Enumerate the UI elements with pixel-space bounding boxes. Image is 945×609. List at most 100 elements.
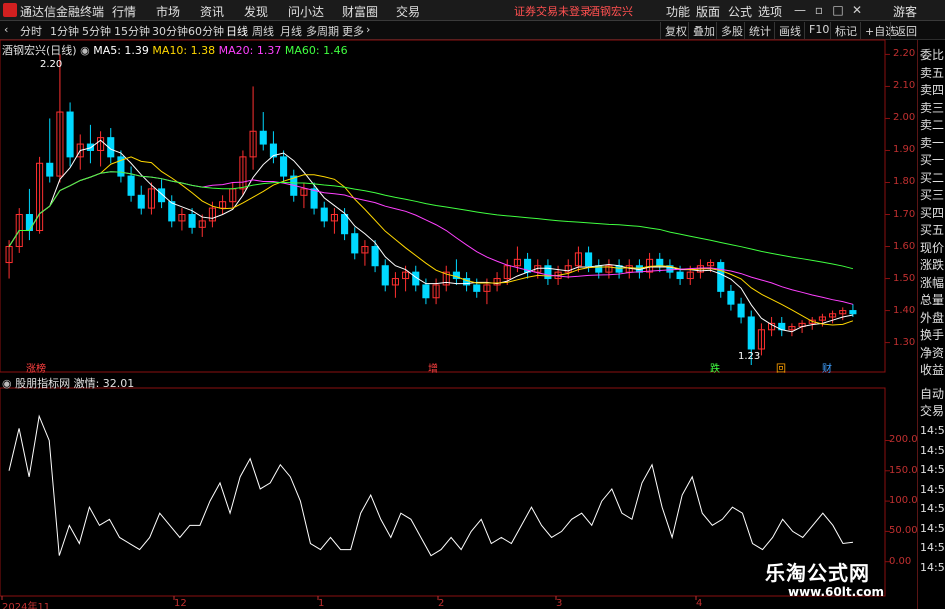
candle-body — [25, 214, 33, 232]
sub-tick-label: 200.0 — [889, 434, 918, 446]
app-name: 通达信金融终端 — [20, 5, 105, 19]
candle-body — [188, 214, 196, 228]
quote-field-label: 买一 — [920, 153, 945, 167]
candle-body — [391, 278, 399, 286]
candle-body — [66, 111, 74, 158]
candle-body — [168, 201, 176, 222]
watermark-title: 乐淘公式网 — [765, 561, 870, 585]
menu-discover[interactable]: 发现 — [244, 3, 268, 20]
candle-body — [615, 265, 623, 273]
period-weekly[interactable]: 周线 — [252, 23, 274, 39]
date-label: 2 — [438, 598, 445, 609]
marker-limitup[interactable]: 涨榜 — [24, 360, 48, 375]
period-arrow-icon[interactable]: ‹ — [4, 23, 8, 36]
candle-body — [666, 265, 674, 273]
candle-body — [503, 265, 511, 280]
overlay-button[interactable]: 叠加 — [688, 22, 719, 39]
candle-body — [412, 271, 420, 286]
candle-body — [483, 284, 491, 292]
candle-body — [280, 156, 288, 177]
sub-tick-label: 100.0 — [889, 495, 918, 507]
candle-body — [829, 313, 837, 318]
draw-button[interactable]: 画线 — [774, 22, 805, 39]
period-1min[interactable]: 1分钟 — [50, 23, 79, 39]
period-toolbar: ‹ 分时 1分钟 5分钟 15分钟 30分钟 60分钟 日线 周线 月线 多周期… — [0, 21, 945, 40]
quote-field-label: 卖三 — [920, 100, 945, 115]
stats-button[interactable]: 统计 — [744, 22, 775, 39]
ma20-label: MA20: 1.37 — [218, 44, 282, 57]
candle-body — [635, 265, 643, 273]
quote-field-label: 卖二 — [920, 118, 945, 132]
menu-news[interactable]: 资讯 — [200, 3, 224, 20]
back-button[interactable]: 返回 — [890, 22, 921, 39]
mark-button[interactable]: 标记 — [830, 22, 861, 39]
marker-back[interactable]: 回 — [774, 360, 788, 375]
candle-body — [15, 214, 23, 248]
panel-tab[interactable]: 交易 — [920, 402, 944, 419]
menu-formula[interactable]: 公式 — [728, 3, 752, 20]
f10-button[interactable]: F10 — [804, 22, 833, 39]
minimize-icon[interactable]: — — [792, 2, 808, 18]
menu-trade[interactable]: 交易 — [396, 3, 420, 20]
candle-body — [585, 252, 593, 267]
indicator-name[interactable]: 股朋指标网 — [15, 377, 70, 390]
candle-body — [97, 137, 105, 151]
price-tick-label: 1.30 — [893, 336, 916, 348]
maximize-icon[interactable]: □ — [830, 2, 846, 18]
restore-icon[interactable]: ▫ — [811, 2, 827, 18]
candle-body — [229, 188, 237, 203]
panel-tab[interactable]: 自动 — [920, 385, 944, 402]
more-arrow-icon[interactable]: › — [366, 23, 370, 36]
menu-assistant[interactable]: 问小达 — [288, 3, 324, 20]
candle-body — [117, 156, 125, 177]
period-more[interactable]: 更多 — [342, 23, 364, 39]
ma60-label: MA60: 1.46 — [284, 44, 348, 57]
indicator-toggle-icon[interactable]: ◉ — [2, 377, 12, 390]
close-icon[interactable]: ✕ — [849, 2, 865, 18]
adjust-button[interactable]: 复权 — [660, 22, 691, 39]
candle-body — [36, 162, 44, 232]
menu-layout[interactable]: 版面 — [696, 3, 720, 20]
main-legend: 酒钢宏兴(日线) ◉ MA5: 1.39 MA10: 1.38 MA20: 1.… — [2, 42, 348, 58]
period-15min[interactable]: 15分钟 — [114, 23, 150, 39]
candle-body — [351, 233, 359, 254]
multi-stock-button[interactable]: 多股 — [716, 22, 747, 39]
candle-body — [808, 319, 816, 324]
stock-label[interactable]: 酒钢宏兴(日线) — [2, 44, 77, 57]
candle-body — [524, 258, 532, 273]
menu-options[interactable]: 选项 — [758, 3, 782, 20]
candle-body — [768, 322, 776, 331]
candle-body — [107, 137, 115, 158]
period-multi[interactable]: 多周期 — [306, 23, 339, 39]
period-60min[interactable]: 60分钟 — [188, 23, 224, 39]
menu-quotes[interactable]: 行情 — [112, 3, 136, 20]
period-daily[interactable]: 日线 — [226, 23, 248, 39]
marker-increase[interactable]: 增 — [426, 360, 440, 375]
period-30min[interactable]: 30分钟 — [152, 23, 188, 39]
menu-market[interactable]: 市场 — [156, 3, 180, 20]
candle-body — [249, 130, 257, 158]
ma5-line — [8, 139, 854, 333]
dropdown-icon[interactable]: ◉ — [80, 44, 90, 57]
marker-finance[interactable]: 财 — [820, 360, 834, 375]
quote-field-label: 收益 — [920, 363, 945, 377]
login-notice[interactable]: 证券交易未登录 — [514, 3, 591, 19]
quote-field-label: 买三 — [920, 188, 945, 202]
candle-body — [442, 271, 450, 286]
guest-label[interactable]: 游客 — [893, 3, 917, 20]
menu-function[interactable]: 功能 — [666, 3, 690, 20]
candle-body — [300, 188, 308, 196]
quote-field-label: 总量 — [920, 293, 945, 307]
period-monthly[interactable]: 月线 — [280, 23, 302, 39]
ma10-line — [8, 156, 854, 326]
candle-body — [727, 290, 735, 305]
candle-body — [239, 156, 247, 190]
candle-body — [473, 284, 481, 292]
chart-canvas[interactable] — [0, 0, 945, 609]
price-tick-label: 2.10 — [893, 80, 916, 92]
menu-wealth[interactable]: 财富圈 — [342, 3, 378, 20]
high-label: 2.20 — [40, 59, 63, 70]
marker-fall[interactable]: 跌 — [708, 360, 722, 375]
period-intraday[interactable]: 分时 — [20, 23, 42, 39]
period-5min[interactable]: 5分钟 — [82, 23, 111, 39]
